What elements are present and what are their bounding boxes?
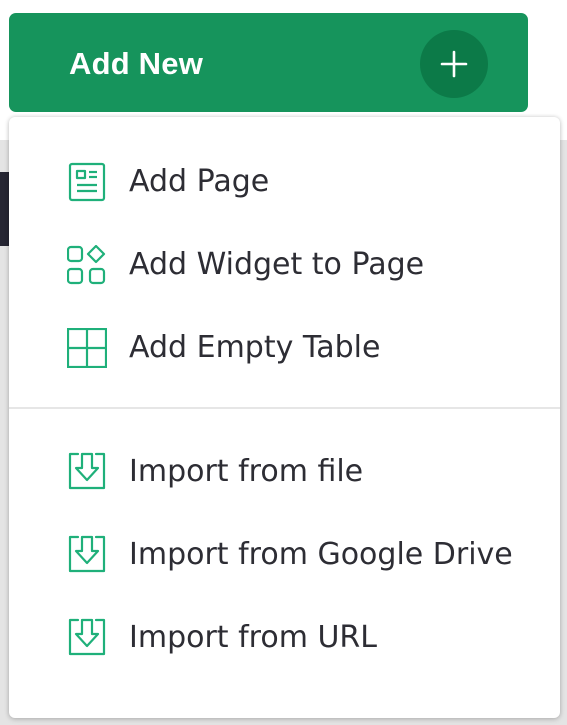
menu-item-import-from-url[interactable]: Import from URL <box>9 601 560 675</box>
add-new-dropdown-menu: Add Page Add Widget to Page Add Empty Ta… <box>9 117 560 718</box>
menu-item-import-from-google-drive[interactable]: Import from Google Drive <box>9 518 560 592</box>
import-icon <box>67 452 107 492</box>
menu-item-label: Import from URL <box>129 620 377 655</box>
menu-item-add-widget[interactable]: Add Widget to Page <box>9 228 560 302</box>
import-icon <box>67 618 107 658</box>
plus-icon <box>420 30 488 98</box>
menu-item-label: Import from file <box>129 454 364 489</box>
add-new-label: Add New <box>69 46 204 81</box>
menu-item-label: Add Page <box>129 164 270 199</box>
menu-item-add-empty-table[interactable]: Add Empty Table <box>9 311 560 385</box>
menu-divider <box>9 407 560 409</box>
menu-item-add-page[interactable]: Add Page <box>9 145 560 219</box>
menu-item-label: Add Widget to Page <box>129 247 425 282</box>
menu-item-import-from-file[interactable]: Import from file <box>9 435 560 509</box>
menu-item-label: Import from Google Drive <box>129 537 513 572</box>
page-icon <box>67 162 107 202</box>
widget-icon <box>66 244 107 285</box>
table-icon <box>66 327 108 369</box>
page: Add New Add Page Add Widget to Page Add … <box>0 0 567 725</box>
menu-item-label: Add Empty Table <box>129 330 381 365</box>
add-new-button[interactable]: Add New <box>9 13 528 112</box>
import-icon <box>67 535 107 575</box>
